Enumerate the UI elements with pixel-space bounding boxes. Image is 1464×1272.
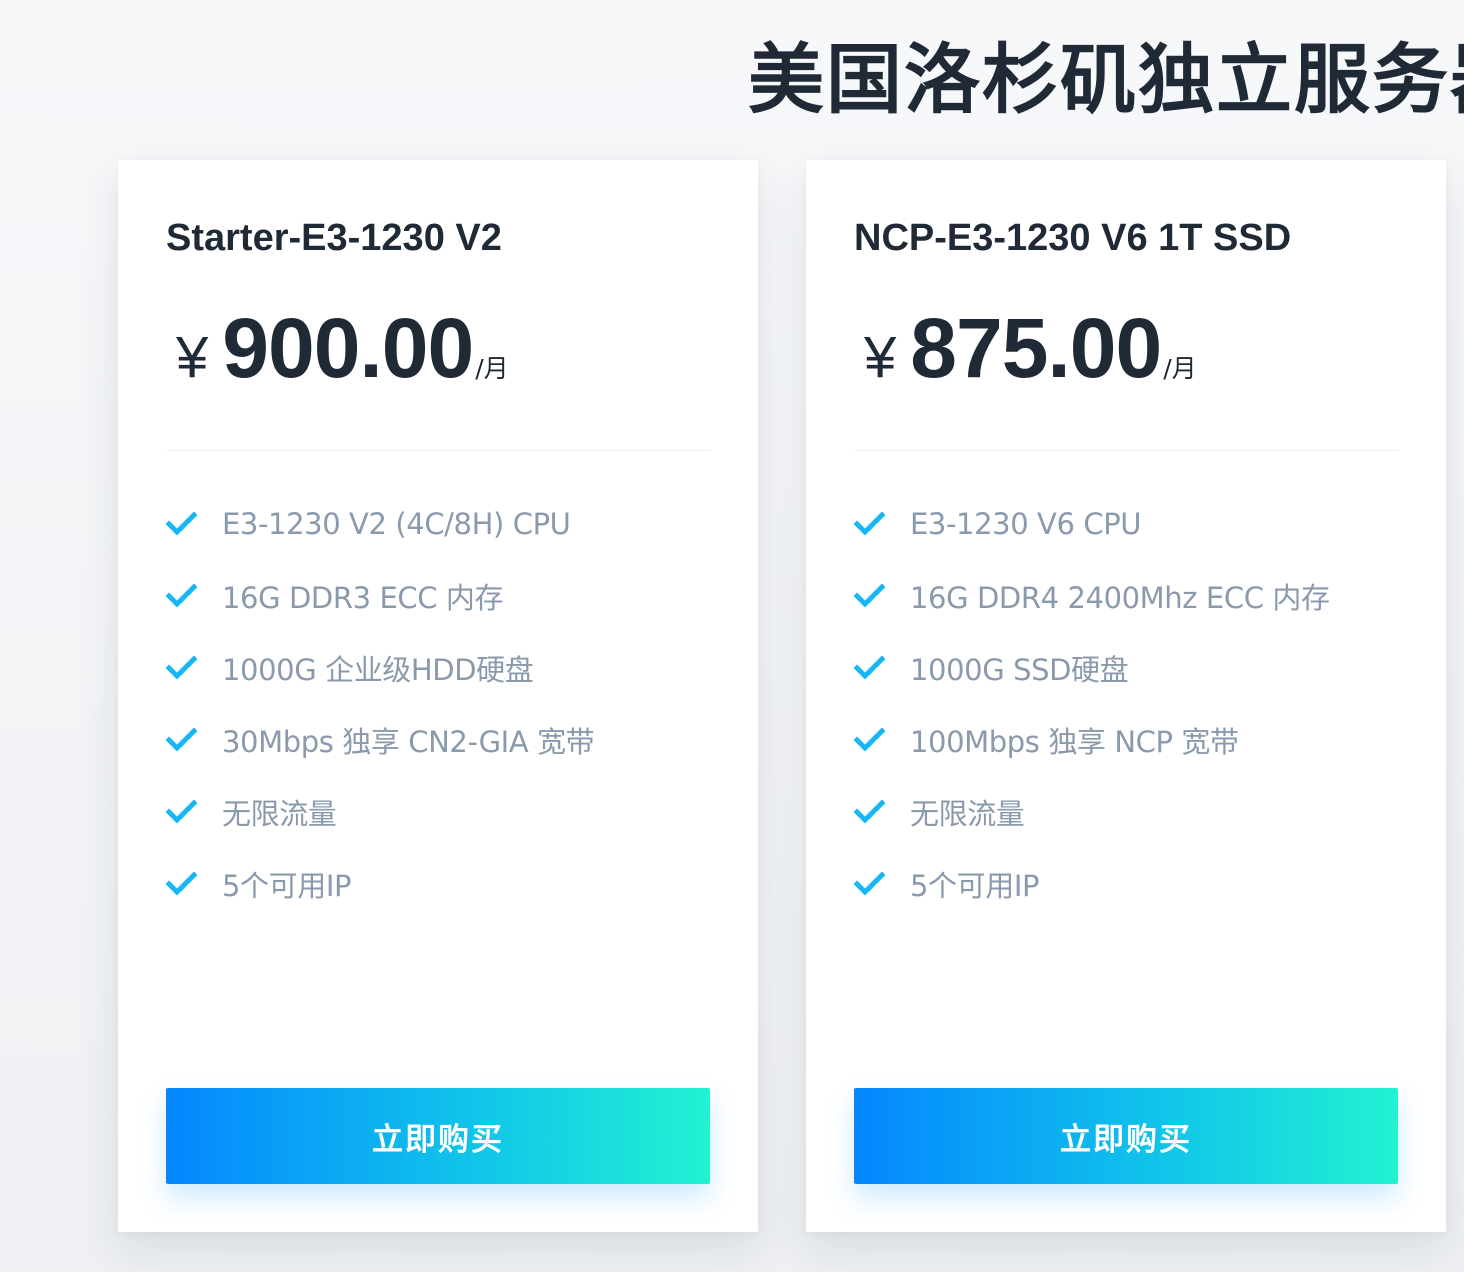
check-icon: [854, 584, 885, 608]
plan-name: NCP-E3-1230 V6 1T SSD: [854, 217, 1292, 259]
check-icon: [166, 656, 197, 680]
feature-item: 100Mbps 独享 NCP 宽带: [854, 704, 1330, 776]
feature-text: 30Mbps 独享 CN2-GIA 宽带: [222, 725, 595, 759]
feature-item: 16G DDR3 ECC 内存: [166, 560, 594, 632]
currency-symbol: ¥: [864, 325, 897, 390]
feature-item: 30Mbps 独享 CN2-GIA 宽带: [166, 704, 595, 776]
buy-now-button[interactable]: 立即购买: [166, 1088, 710, 1184]
feature-text: 100Mbps 独享 NCP 宽带: [910, 725, 1239, 759]
feature-text: 无限流量: [910, 797, 1025, 831]
check-icon: [854, 800, 885, 824]
feature-item: E3-1230 V6 CPU: [854, 488, 1330, 560]
price-unit: /月: [475, 354, 509, 383]
check-icon: [166, 728, 197, 752]
feature-text: 1000G 企业级HDD硬盘: [222, 653, 534, 687]
feature-text: 16G DDR4 2400Mhz ECC 内存: [910, 581, 1330, 615]
card-divider: [166, 450, 710, 451]
feature-text: 5个可用IP: [910, 869, 1040, 903]
feature-item: 1000G 企业级HDD硬盘: [166, 632, 594, 704]
buy-now-button[interactable]: 立即购买: [854, 1088, 1398, 1184]
feature-text: E3-1230 V6 CPU: [910, 507, 1142, 541]
feature-item: 无限流量: [854, 776, 1330, 848]
plan-price: ¥ 875.00 /月: [864, 300, 1197, 400]
pricing-card-ncp: NCP-E3-1230 V6 1T SSD ¥ 875.00 /月 E3-123…: [806, 160, 1446, 1232]
feature-text: 无限流量: [222, 797, 337, 831]
check-icon: [166, 584, 197, 608]
feature-list: E3-1230 V2 (4C/8H) CPU 16G DDR3 ECC 内存 1…: [166, 488, 595, 920]
feature-item: 1000G SSD硬盘: [854, 632, 1330, 704]
check-icon: [166, 512, 197, 536]
price-amount: 875.00: [910, 301, 1162, 395]
currency-symbol: ¥: [176, 325, 209, 390]
feature-list: E3-1230 V6 CPU 16G DDR4 2400Mhz ECC 内存 1…: [854, 488, 1330, 920]
feature-item: 16G DDR4 2400Mhz ECC 内存: [854, 560, 1330, 632]
feature-item: E3-1230 V2 (4C/8H) CPU: [166, 488, 594, 560]
feature-item: 5个可用IP: [166, 848, 594, 920]
price-amount: 900.00: [222, 301, 474, 395]
plan-name: Starter-E3-1230 V2: [166, 217, 502, 259]
feature-text: 5个可用IP: [222, 869, 352, 903]
feature-text: E3-1230 V2 (4C/8H) CPU: [222, 507, 571, 541]
card-divider: [854, 450, 1398, 451]
price-unit: /月: [1163, 354, 1197, 383]
feature-item: 5个可用IP: [854, 848, 1330, 920]
page-title: 美国洛杉矶独立服务器: [748, 35, 1464, 124]
check-icon: [854, 728, 885, 752]
pricing-card-starter: Starter-E3-1230 V2 ¥ 900.00 /月 E3-1230 V…: [118, 160, 758, 1232]
check-icon: [854, 512, 885, 536]
check-icon: [166, 800, 197, 824]
feature-text: 16G DDR3 ECC 内存: [222, 581, 504, 615]
check-icon: [166, 872, 197, 896]
feature-text: 1000G SSD硬盘: [910, 653, 1129, 687]
check-icon: [854, 872, 885, 896]
check-icon: [854, 656, 885, 680]
plan-price: ¥ 900.00 /月: [176, 300, 509, 400]
feature-item: 无限流量: [166, 776, 594, 848]
